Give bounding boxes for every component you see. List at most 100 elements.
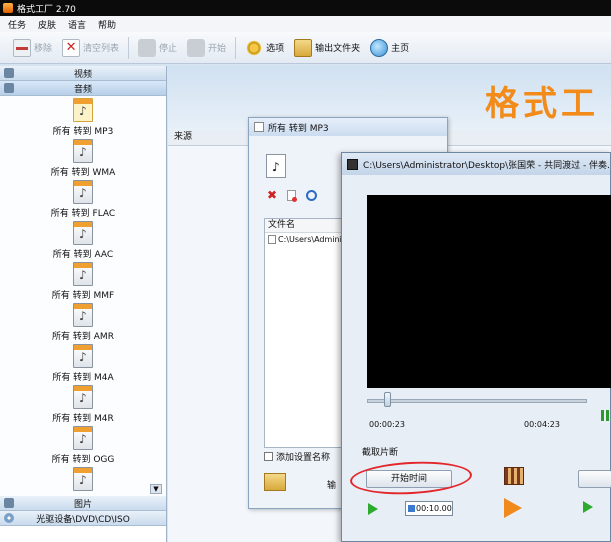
format-list: 所有 转到 MP3 所有 转到 WMA 所有 转到 FLAC 所有 转到 AAC… xyxy=(0,96,166,496)
category-cd-label: 光驱设备\DVD\CD\ISO xyxy=(36,514,130,525)
video-icon xyxy=(4,68,14,78)
end-time: 00:04:23 xyxy=(524,420,560,429)
add-setting-checkbox-row[interactable]: 添加设置名称 xyxy=(264,450,330,463)
scroll-down-button[interactable]: ▼ xyxy=(150,484,162,494)
file-list: 文件名 C:\Users\Admini xyxy=(264,218,344,448)
flac-file-icon xyxy=(73,180,93,204)
category-cd[interactable]: 光驱设备\DVD\CD\ISO xyxy=(0,511,166,526)
dialog-icon xyxy=(254,122,264,132)
category-video-label: 视频 xyxy=(73,69,92,80)
arrow-right-icon[interactable] xyxy=(504,498,522,518)
refresh-icon[interactable] xyxy=(306,189,318,201)
format-item-amr[interactable]: 所有 转到 AMR xyxy=(0,301,166,342)
disc-icon xyxy=(4,513,14,523)
category-audio[interactable]: 音频 xyxy=(0,81,166,96)
format-label: 所有 转到 MMF xyxy=(51,291,115,301)
window-title: 格式工厂 2.70 xyxy=(17,4,76,15)
convert-dialog-titlebar[interactable]: 所有 转到 MP3 xyxy=(249,118,447,136)
format-label: 所有 转到 AMR xyxy=(52,332,114,342)
film-icon[interactable] xyxy=(504,467,524,485)
current-time: 00:00:23 xyxy=(369,420,405,429)
options-label: 选项 xyxy=(266,44,285,54)
file-tools: ✖ xyxy=(267,188,318,202)
timeline-slider-handle[interactable] xyxy=(384,392,391,407)
format-item-m4a[interactable]: 所有 转到 M4A xyxy=(0,342,166,383)
start-time-value: 00:10.00 xyxy=(416,504,452,513)
end-time-button[interactable] xyxy=(578,470,611,488)
convert-dialog-title: 所有 转到 MP3 xyxy=(268,123,329,134)
format-item-ogg[interactable]: 所有 转到 OGG xyxy=(0,424,166,465)
timeline-track[interactable] xyxy=(367,399,587,403)
wma-file-icon xyxy=(73,139,93,163)
start-icon xyxy=(187,38,206,57)
m4r-file-icon xyxy=(73,385,93,409)
start-time-field[interactable]: 00:10.00 xyxy=(405,501,453,516)
remove-file-icon[interactable] xyxy=(287,189,298,202)
play-icon[interactable] xyxy=(368,503,378,515)
folder-icon xyxy=(294,38,313,57)
file-path: C:\Users\Admini xyxy=(278,235,342,244)
menu-task[interactable]: 任务 xyxy=(8,18,26,31)
remove-button[interactable]: 移除 xyxy=(8,36,57,60)
start-button[interactable]: 开始 xyxy=(182,36,231,60)
category-audio-label: 音频 xyxy=(73,84,92,95)
image-icon xyxy=(4,498,14,508)
music-icon xyxy=(4,83,14,93)
mp3-file-icon xyxy=(73,98,93,122)
menu-skin[interactable]: 皮肤 xyxy=(38,18,56,31)
menu-language[interactable]: 语言 xyxy=(68,18,86,31)
toolbar-separator xyxy=(235,36,237,59)
mp3-file-icon xyxy=(266,154,286,178)
options-button[interactable]: 选项 xyxy=(240,36,289,60)
output-folder-button[interactable]: 输出文件夹 xyxy=(289,36,365,60)
home-button[interactable]: 主页 xyxy=(365,36,414,60)
output-label: 输 xyxy=(327,481,337,491)
remove-icon xyxy=(13,38,31,57)
format-label: 所有 转到 FLAC xyxy=(50,209,116,219)
file-row[interactable]: C:\Users\Admini xyxy=(265,233,343,246)
stop-icon xyxy=(138,38,157,57)
format-item-next[interactable] xyxy=(0,465,166,496)
time-marker-icon xyxy=(408,505,415,512)
format-item-aac[interactable]: 所有 转到 AAC xyxy=(0,219,166,260)
title-bar: 格式工厂 2.70 xyxy=(0,0,611,16)
format-item-flac[interactable]: 所有 转到 FLAC xyxy=(0,178,166,219)
brand-logo-text: 格式工 xyxy=(485,84,599,124)
amr-file-icon xyxy=(73,303,93,327)
format-label: 所有 转到 M4R xyxy=(52,414,114,424)
format-item-mp3[interactable]: 所有 转到 MP3 xyxy=(0,96,166,137)
category-video[interactable]: 视频 xyxy=(0,66,166,81)
gear-icon xyxy=(245,38,264,57)
play-icon[interactable] xyxy=(583,501,593,513)
clip-dialog-titlebar[interactable]: C:\Users\Administrator\Desktop\张国荣 - 共同渡… xyxy=(342,153,610,175)
menu-bar: 任务 皮肤 语言 帮助 xyxy=(0,16,611,32)
category-image[interactable]: 图片 xyxy=(0,496,166,511)
ogg-file-icon xyxy=(73,426,93,450)
clip-section-label: 截取片断 xyxy=(362,448,399,458)
clear-list-button[interactable]: ✕ 清空列表 xyxy=(57,36,124,60)
delete-icon[interactable]: ✖ xyxy=(267,188,277,202)
stop-label: 停止 xyxy=(159,44,178,54)
folder-icon[interactable] xyxy=(264,473,286,491)
toolbar-separator xyxy=(128,36,130,59)
format-item-wma[interactable]: 所有 转到 WMA xyxy=(0,137,166,178)
column-header-filename[interactable]: 文件名 xyxy=(265,219,343,233)
aac-file-icon xyxy=(73,221,93,245)
clear-list-label: 清空列表 xyxy=(83,44,120,54)
format-label: 所有 转到 M4A xyxy=(52,373,114,383)
dialog-icon xyxy=(347,158,358,170)
menu-help[interactable]: 帮助 xyxy=(98,18,116,31)
add-setting-label: 添加设置名称 xyxy=(276,453,331,463)
format-item-m4r[interactable]: 所有 转到 M4R xyxy=(0,383,166,424)
m4a-file-icon xyxy=(73,344,93,368)
remove-label: 移除 xyxy=(34,44,53,54)
pause-icon[interactable] xyxy=(601,410,611,421)
stop-button[interactable]: 停止 xyxy=(133,36,182,60)
format-item-mmf[interactable]: 所有 转到 MMF xyxy=(0,260,166,301)
clip-dialog: C:\Users\Administrator\Desktop\张国荣 - 共同渡… xyxy=(341,152,611,542)
add-setting-checkbox[interactable] xyxy=(264,452,273,461)
toolbar: 移除 ✕ 清空列表 停止 开始 选项 输出文件夹 主页 xyxy=(0,32,611,64)
format-label: 所有 转到 AAC xyxy=(52,250,114,260)
sidebar: 视频 音频 所有 转到 MP3 所有 转到 WMA 所有 转到 FLAC 所有 … xyxy=(0,66,167,542)
audio-file-icon xyxy=(73,467,93,491)
